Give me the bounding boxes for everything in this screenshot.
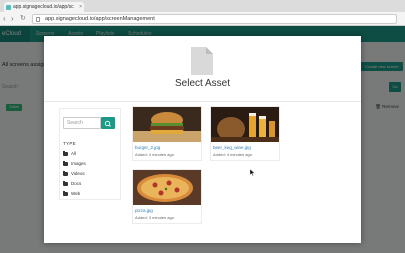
asset-card[interactable]: burger_2.jpg Added: 4 minutes ago xyxy=(132,106,202,161)
url-input[interactable]: app.signagecloud.io/app/screenManagement xyxy=(32,14,397,24)
page-icon xyxy=(36,17,40,22)
asset-card[interactable]: beer_keg_wine.jpg Added: 4 minutes ago xyxy=(210,106,280,161)
type-label: TYPE xyxy=(63,141,76,146)
type-label-all: All xyxy=(71,151,77,156)
asset-added: Added: 3 minutes ago xyxy=(135,215,174,220)
pizza-image xyxy=(133,170,201,205)
type-label-docs: Docs xyxy=(71,181,82,186)
browser-tab[interactable]: app.signagecloud.io/app/sc × xyxy=(4,2,84,12)
select-asset-modal: Select Asset Search TYPE All Images Vide… xyxy=(44,36,361,243)
type-all[interactable]: All xyxy=(63,149,117,159)
type-videos[interactable]: Videos xyxy=(63,169,117,179)
asset-added: Added: 4 minutes ago xyxy=(213,152,252,157)
file-icon xyxy=(191,47,213,75)
type-docs[interactable]: Docs xyxy=(63,179,117,189)
browser-tab-bar: app.signagecloud.io/app/sc × xyxy=(0,0,405,12)
folder-icon xyxy=(63,181,68,186)
asset-name[interactable]: pizza.jpg xyxy=(135,208,153,213)
burger-image xyxy=(133,107,201,142)
type-label-images: Images xyxy=(71,161,86,166)
asset-card[interactable]: pizza.jpg Added: 3 minutes ago xyxy=(132,169,202,224)
tab-title: app.signagecloud.io/app/sc xyxy=(13,4,74,10)
filter-sidebar: Search TYPE All Images Videos Docs Web xyxy=(59,108,121,200)
mouse-cursor-icon xyxy=(250,169,256,176)
address-bar: ‹ › ↻ app.signagecloud.io/app/screenMana… xyxy=(0,12,405,26)
modal-title: Select Asset xyxy=(174,78,231,89)
type-images[interactable]: Images xyxy=(63,159,117,169)
asset-name[interactable]: burger_2.jpg xyxy=(135,145,160,150)
type-label-web: Web xyxy=(71,191,81,196)
reload-icon[interactable]: ↻ xyxy=(20,14,26,24)
type-web[interactable]: Web xyxy=(63,189,117,199)
asset-added: Added: 4 minutes ago xyxy=(135,152,174,157)
favicon-icon xyxy=(6,5,11,10)
url-text: app.signagecloud.io/app/screenManagement xyxy=(45,16,155,22)
close-tab-icon[interactable]: × xyxy=(79,2,82,12)
folder-icon xyxy=(63,161,68,166)
forward-icon[interactable]: › xyxy=(11,14,14,24)
search-button[interactable] xyxy=(101,117,115,129)
search-icon xyxy=(104,120,111,127)
back-icon[interactable]: ‹ xyxy=(3,14,6,24)
type-list: All Images Videos Docs Web xyxy=(63,149,117,199)
type-label-videos: Videos xyxy=(71,171,85,176)
asset-search-input[interactable]: Search xyxy=(63,117,101,129)
modal-header: Select Asset xyxy=(44,36,361,102)
asset-name[interactable]: beer_keg_wine.jpg xyxy=(213,145,251,150)
folder-icon xyxy=(63,151,68,156)
folder-icon xyxy=(63,191,68,196)
beer-and-wine-image xyxy=(211,107,279,142)
folder-icon xyxy=(63,171,68,176)
